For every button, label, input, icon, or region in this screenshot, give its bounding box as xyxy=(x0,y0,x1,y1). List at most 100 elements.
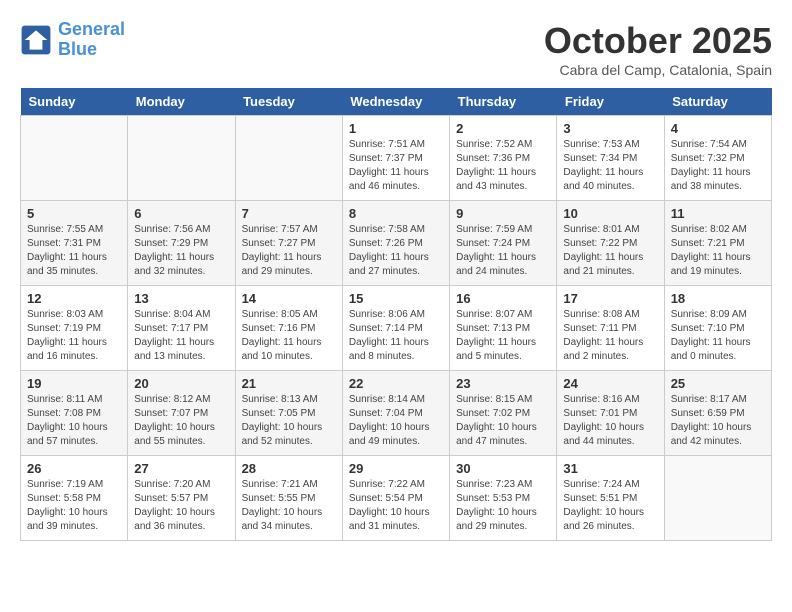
day-number: 26 xyxy=(27,461,121,476)
calendar-cell: 12 Sunrise: 8:03 AM Sunset: 7:19 PM Dayli… xyxy=(21,286,128,371)
calendar-cell: 23Sunrise: 8:15 AM Sunset: 7:02 PM Dayli… xyxy=(450,371,557,456)
calendar-cell: 4 Sunrise: 7:54 AM Sunset: 7:32 PM Daylig… xyxy=(664,116,771,201)
calendar-cell xyxy=(664,456,771,541)
day-number: 1 xyxy=(349,121,443,136)
day-info: Sunrise: 7:52 AM Sunset: 7:36 PM Dayligh… xyxy=(456,138,550,194)
calendar-cell: 21 Sunrise: 8:13 AM Sunset: 7:05 PM Dayli… xyxy=(235,371,342,456)
day-number: 20 xyxy=(134,376,228,391)
day-info: Sunrise: 8:09 AM Sunset: 7:10 PM Dayligh… xyxy=(671,308,765,364)
calendar-cell: 6Sunrise: 7:56 AM Sunset: 7:29 PM Daylig… xyxy=(128,201,235,286)
day-info: Sunrise: 8:03 AM Sunset: 7:19 PM Dayligh… xyxy=(27,308,121,364)
day-info: Sunrise: 7:24 AM Sunset: 5:51 PM Dayligh… xyxy=(563,478,657,534)
header-wednesday: Wednesday xyxy=(342,88,449,116)
day-info: Sunrise: 8:15 AM Sunset: 7:02 PM Dayligh… xyxy=(456,393,550,449)
day-number: 11 xyxy=(671,206,765,221)
day-number: 21 xyxy=(242,376,336,391)
day-number: 5 xyxy=(27,206,121,221)
day-info: Sunrise: 8:04 AM Sunset: 7:17 PM Dayligh… xyxy=(134,308,228,364)
day-number: 13 xyxy=(134,291,228,306)
day-info: Sunrise: 8:14 AM Sunset: 7:04 PM Dayligh… xyxy=(349,393,443,449)
day-number: 31 xyxy=(563,461,657,476)
calendar-cell xyxy=(235,116,342,201)
logo-line1: General xyxy=(58,19,125,39)
day-info: Sunrise: 7:51 AM Sunset: 7:37 PM Dayligh… xyxy=(349,138,443,194)
day-info: Sunrise: 7:54 AM Sunset: 7:32 PM Dayligh… xyxy=(671,138,765,194)
calendar-cell xyxy=(128,116,235,201)
day-number: 4 xyxy=(671,121,765,136)
calendar-cell: 5 Sunrise: 7:55 AM Sunset: 7:31 PM Daylig… xyxy=(21,201,128,286)
calendar-cell: 19 Sunrise: 8:11 AM Sunset: 7:08 PM Dayli… xyxy=(21,371,128,456)
logo: General Blue xyxy=(20,20,125,60)
day-info: Sunrise: 7:55 AM Sunset: 7:31 PM Dayligh… xyxy=(27,223,121,279)
header-saturday: Saturday xyxy=(664,88,771,116)
day-number: 3 xyxy=(563,121,657,136)
logo-icon xyxy=(20,24,52,56)
calendar-cell: 15 Sunrise: 8:06 AM Sunset: 7:14 PM Dayli… xyxy=(342,286,449,371)
day-info: Sunrise: 7:22 AM Sunset: 5:54 PM Dayligh… xyxy=(349,478,443,534)
calendar-cell: 28Sunrise: 7:21 AM Sunset: 5:55 PM Dayli… xyxy=(235,456,342,541)
day-info: Sunrise: 8:07 AM Sunset: 7:13 PM Dayligh… xyxy=(456,308,550,364)
day-info: Sunrise: 8:02 AM Sunset: 7:21 PM Dayligh… xyxy=(671,223,765,279)
day-number: 12 xyxy=(27,291,121,306)
day-info: Sunrise: 8:11 AM Sunset: 7:08 PM Dayligh… xyxy=(27,393,121,449)
day-number: 27 xyxy=(134,461,228,476)
calendar-week-row: 19 Sunrise: 8:11 AM Sunset: 7:08 PM Dayli… xyxy=(21,371,772,456)
page-header: General Blue October 2025 Cabra del Camp… xyxy=(20,20,772,78)
day-number: 28 xyxy=(242,461,336,476)
calendar-table: SundayMondayTuesdayWednesdayThursdayFrid… xyxy=(20,88,772,541)
day-info: Sunrise: 8:17 AM Sunset: 6:59 PM Dayligh… xyxy=(671,393,765,449)
calendar-cell: 17 Sunrise: 8:08 AM Sunset: 7:11 PM Dayli… xyxy=(557,286,664,371)
day-number: 7 xyxy=(242,206,336,221)
day-number: 16 xyxy=(456,291,550,306)
header-friday: Friday xyxy=(557,88,664,116)
day-number: 10 xyxy=(563,206,657,221)
header-thursday: Thursday xyxy=(450,88,557,116)
calendar-cell: 22 Sunrise: 8:14 AM Sunset: 7:04 PM Dayli… xyxy=(342,371,449,456)
calendar-cell: 8 Sunrise: 7:58 AM Sunset: 7:26 PM Daylig… xyxy=(342,201,449,286)
day-number: 22 xyxy=(349,376,443,391)
calendar-cell: 10 Sunrise: 8:01 AM Sunset: 7:22 PM Dayli… xyxy=(557,201,664,286)
day-number: 25 xyxy=(671,376,765,391)
day-number: 17 xyxy=(563,291,657,306)
calendar-cell: 13 Sunrise: 8:04 AM Sunset: 7:17 PM Dayli… xyxy=(128,286,235,371)
calendar-cell xyxy=(21,116,128,201)
day-info: Sunrise: 8:05 AM Sunset: 7:16 PM Dayligh… xyxy=(242,308,336,364)
day-number: 8 xyxy=(349,206,443,221)
day-number: 14 xyxy=(242,291,336,306)
day-info: Sunrise: 8:13 AM Sunset: 7:05 PM Dayligh… xyxy=(242,393,336,449)
day-info: Sunrise: 8:06 AM Sunset: 7:14 PM Dayligh… xyxy=(349,308,443,364)
calendar-cell: 1 Sunrise: 7:51 AM Sunset: 7:37 PM Daylig… xyxy=(342,116,449,201)
calendar-cell: 26 Sunrise: 7:19 AM Sunset: 5:58 PM Dayli… xyxy=(21,456,128,541)
calendar-cell: 27 Sunrise: 7:20 AM Sunset: 5:57 PM Dayli… xyxy=(128,456,235,541)
day-info: Sunrise: 7:58 AM Sunset: 7:26 PM Dayligh… xyxy=(349,223,443,279)
calendar-cell: 31 Sunrise: 7:24 AM Sunset: 5:51 PM Dayli… xyxy=(557,456,664,541)
calendar-cell: 18Sunrise: 8:09 AM Sunset: 7:10 PM Dayli… xyxy=(664,286,771,371)
day-number: 9 xyxy=(456,206,550,221)
day-info: Sunrise: 7:20 AM Sunset: 5:57 PM Dayligh… xyxy=(134,478,228,534)
day-info: Sunrise: 8:08 AM Sunset: 7:11 PM Dayligh… xyxy=(563,308,657,364)
day-number: 2 xyxy=(456,121,550,136)
calendar-cell: 2 Sunrise: 7:52 AM Sunset: 7:36 PM Daylig… xyxy=(450,116,557,201)
day-info: Sunrise: 7:19 AM Sunset: 5:58 PM Dayligh… xyxy=(27,478,121,534)
day-info: Sunrise: 7:59 AM Sunset: 7:24 PM Dayligh… xyxy=(456,223,550,279)
header-sunday: Sunday xyxy=(21,88,128,116)
location-subtitle: Cabra del Camp, Catalonia, Spain xyxy=(544,62,772,78)
day-info: Sunrise: 8:01 AM Sunset: 7:22 PM Dayligh… xyxy=(563,223,657,279)
calendar-cell: 14 Sunrise: 8:05 AM Sunset: 7:16 PM Dayli… xyxy=(235,286,342,371)
calendar-cell: 3Sunrise: 7:53 AM Sunset: 7:34 PM Daylig… xyxy=(557,116,664,201)
calendar-cell: 7 Sunrise: 7:57 AM Sunset: 7:27 PM Daylig… xyxy=(235,201,342,286)
day-number: 15 xyxy=(349,291,443,306)
day-number: 19 xyxy=(27,376,121,391)
calendar-cell: 11 Sunrise: 8:02 AM Sunset: 7:21 PM Dayli… xyxy=(664,201,771,286)
logo-line2: Blue xyxy=(58,39,97,59)
day-info: Sunrise: 8:16 AM Sunset: 7:01 PM Dayligh… xyxy=(563,393,657,449)
month-title: October 2025 xyxy=(544,20,772,62)
calendar-cell: 29 Sunrise: 7:22 AM Sunset: 5:54 PM Dayli… xyxy=(342,456,449,541)
day-number: 24 xyxy=(563,376,657,391)
calendar-week-row: 5 Sunrise: 7:55 AM Sunset: 7:31 PM Daylig… xyxy=(21,201,772,286)
calendar-cell: 30Sunrise: 7:23 AM Sunset: 5:53 PM Dayli… xyxy=(450,456,557,541)
calendar-cell: 9 Sunrise: 7:59 AM Sunset: 7:24 PM Daylig… xyxy=(450,201,557,286)
day-info: Sunrise: 7:57 AM Sunset: 7:27 PM Dayligh… xyxy=(242,223,336,279)
day-number: 29 xyxy=(349,461,443,476)
day-number: 30 xyxy=(456,461,550,476)
